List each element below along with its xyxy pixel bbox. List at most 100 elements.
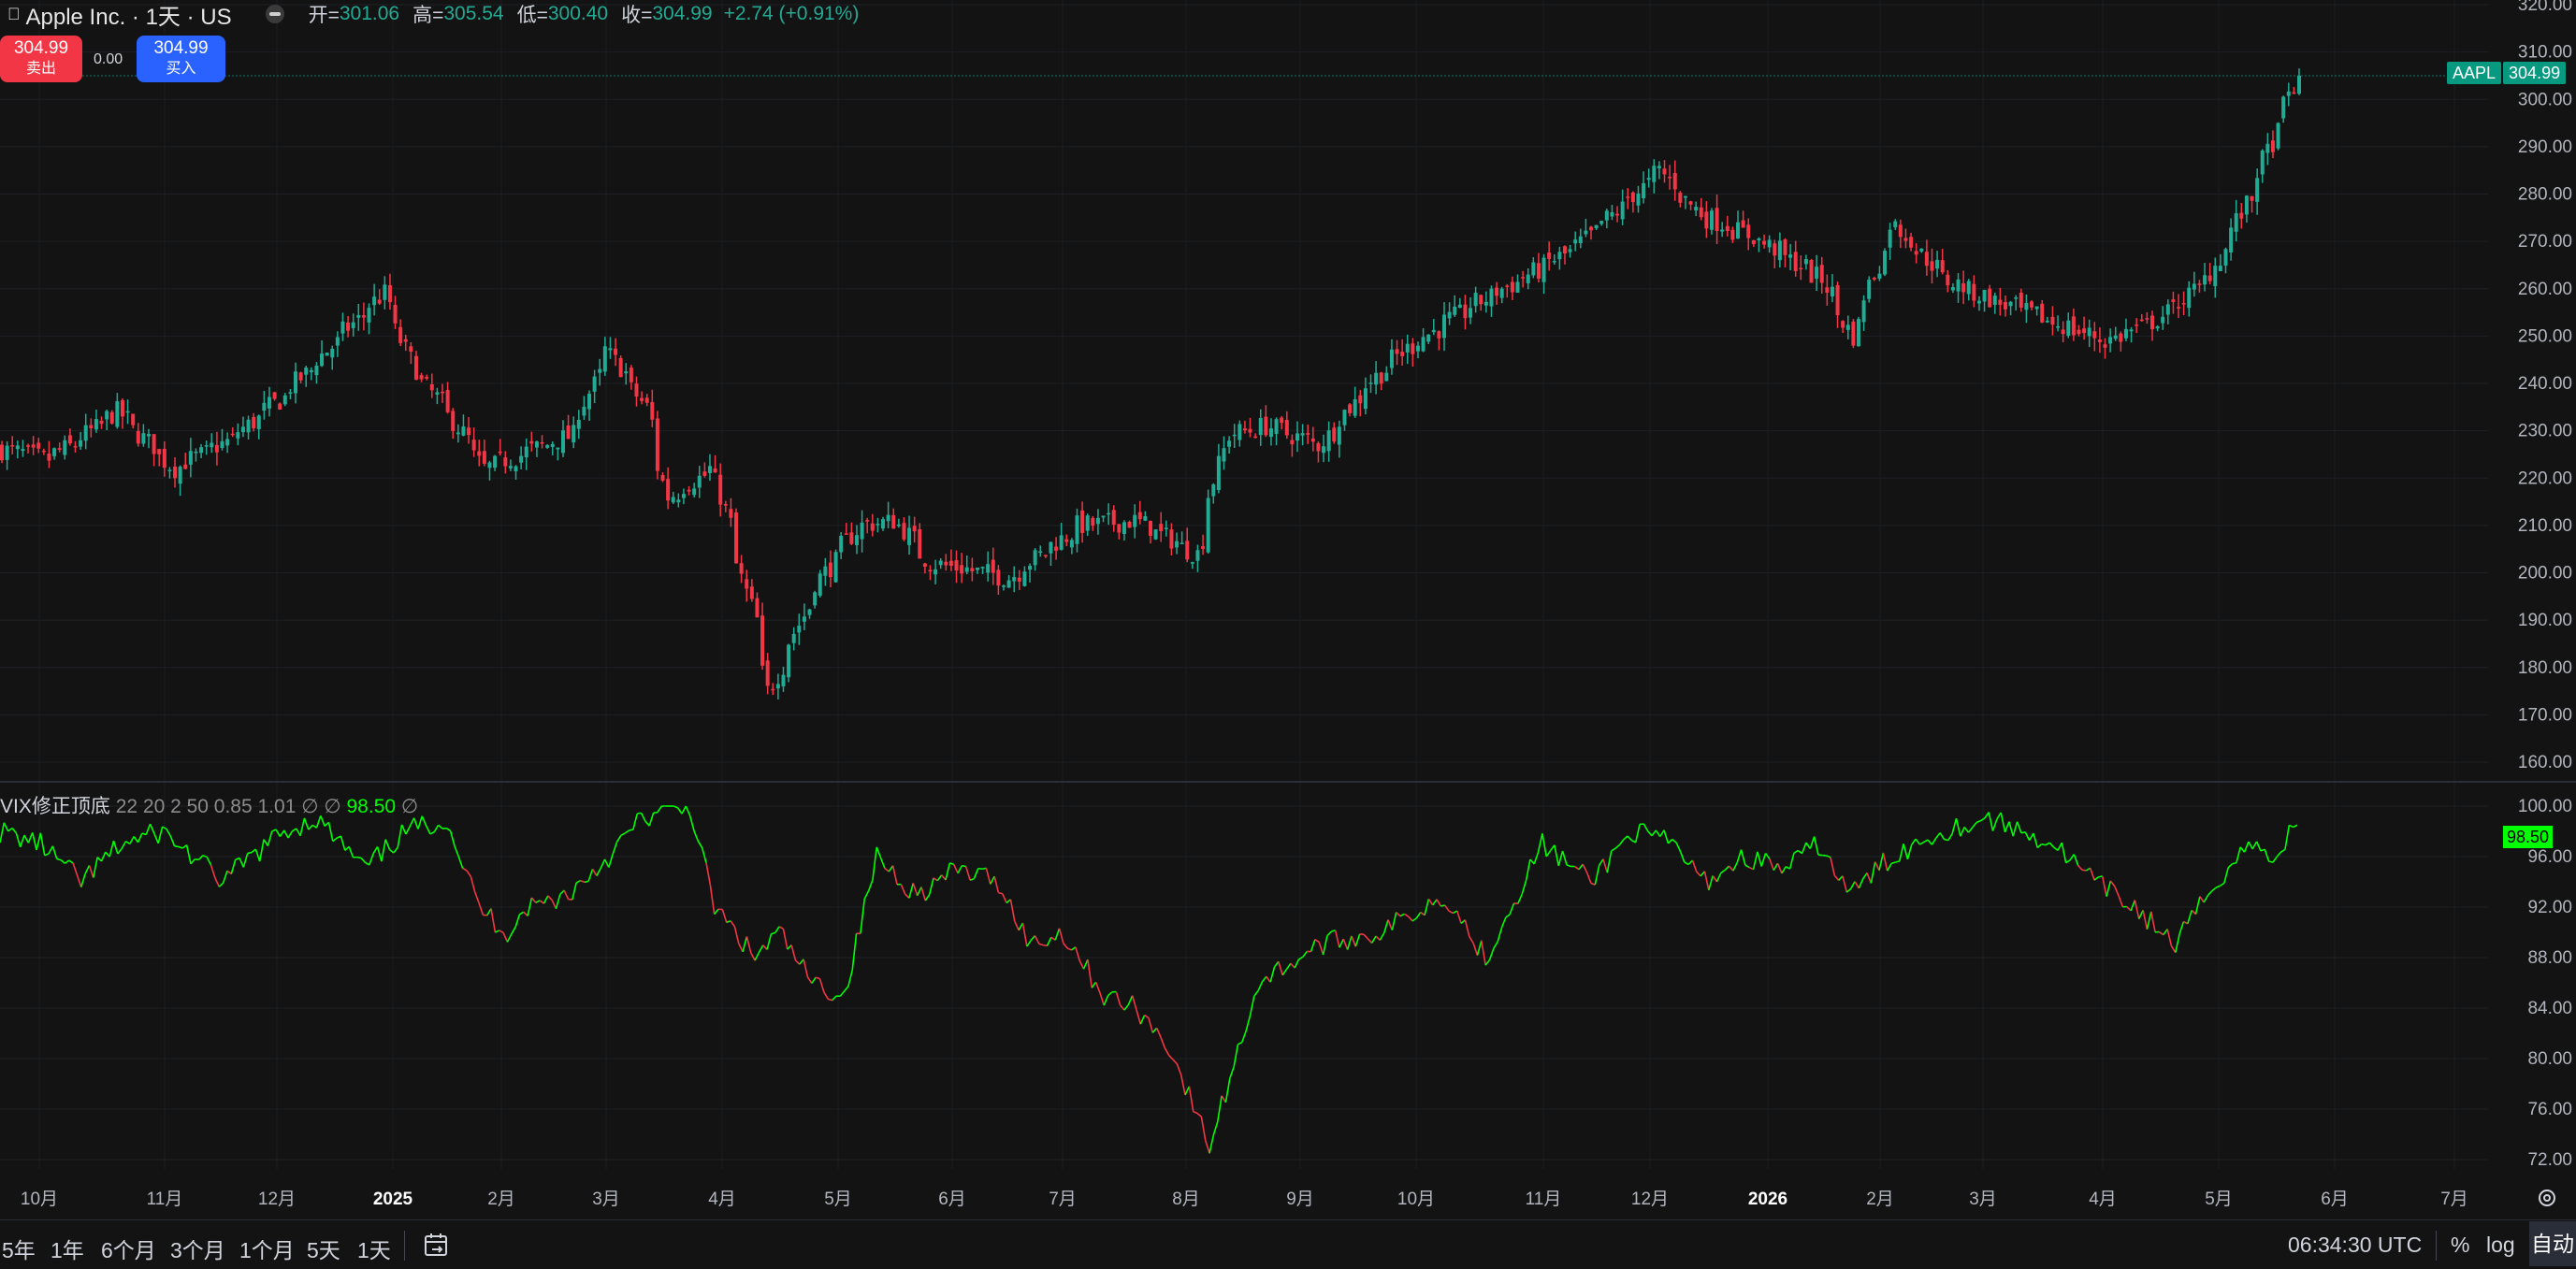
- indicator-segment: [1445, 905, 1449, 911]
- indicator-segment: [1607, 851, 1611, 872]
- timeframe-button[interactable]: 5天: [307, 1233, 340, 1264]
- candle-body: [10, 445, 14, 447]
- indicator-segment: [1716, 873, 1720, 882]
- candle-body: [1165, 527, 1168, 529]
- buy-button[interactable]: 304.99 买入: [137, 36, 225, 82]
- time-axis-label: 3月: [592, 1190, 620, 1209]
- indicator-segment: [239, 858, 243, 867]
- candle-body: [89, 425, 93, 428]
- timeframe-button[interactable]: 3个月: [170, 1233, 225, 1264]
- indicator-segment: [4, 823, 7, 831]
- candle-body: [1988, 289, 1991, 308]
- indicator-segment: [385, 840, 389, 850]
- candle-body: [1064, 540, 1068, 542]
- indicator-segment: [2119, 896, 2122, 907]
- candle-body: [483, 451, 486, 464]
- candle-body: [1044, 555, 1048, 556]
- indicator-segment: [1092, 982, 1095, 988]
- indicator-segment: [1863, 872, 1867, 878]
- indicator-segment: [248, 853, 252, 854]
- indicator-segment: [224, 871, 227, 883]
- utc-clock[interactable]: 06:34:30 UTC: [2288, 1233, 2422, 1258]
- candle-body: [1694, 207, 1698, 210]
- sell-button[interactable]: 304.99 卖出: [0, 36, 82, 82]
- indicator-name[interactable]: VIX修正顶底: [0, 796, 110, 817]
- candle-body: [105, 411, 109, 420]
- indicator-segment: [1912, 839, 1916, 844]
- candle-body: [68, 435, 72, 443]
- candle-body: [541, 442, 544, 444]
- indicator-segment: [958, 866, 962, 873]
- timeframe-button[interactable]: 1个月: [239, 1233, 295, 1264]
- indicator-segment: [1754, 852, 1758, 870]
- candle-body: [310, 370, 313, 372]
- candle-body: [1322, 446, 1325, 453]
- candle-body: [2171, 299, 2175, 302]
- indicator-segment: [463, 868, 467, 870]
- auto-scale-button[interactable]: 自动: [2529, 1221, 2576, 1266]
- time-axis-label: 4月: [2089, 1190, 2117, 1209]
- indicator-segment: [633, 814, 637, 829]
- indicator-segment: [73, 863, 77, 875]
- candle-body: [1704, 211, 1708, 228]
- candle-body: [718, 475, 722, 505]
- log-scale-button[interactable]: log: [2486, 1233, 2515, 1258]
- indicator-segment: [77, 875, 80, 887]
- candle-body: [2192, 283, 2196, 289]
- indicator-segment: [1194, 1112, 1197, 1114]
- indicator-segment: [812, 977, 816, 983]
- indicator-segment: [751, 953, 755, 960]
- indicator-axis-label: 88.00: [2527, 948, 2572, 968]
- candle-body: [2150, 316, 2154, 330]
- indicator-segment: [345, 846, 349, 850]
- candle-body: [74, 446, 78, 448]
- indicator-segment: [394, 847, 398, 853]
- indicator-segment: [1428, 899, 1432, 904]
- candle-body: [1610, 212, 1614, 216]
- chart-canvas[interactable]: 320.00310.00300.00290.00280.00270.00260.…: [0, 0, 2576, 1268]
- candle-body: [1573, 239, 1577, 243]
- indicator-segment: [775, 927, 779, 933]
- indicator-segment: [645, 821, 649, 826]
- indicator-segment: [1815, 836, 1818, 855]
- indicator-segment: [8, 829, 12, 831]
- indicator-na-3: ∅: [401, 796, 418, 817]
- time-axis-label: 7月: [1049, 1190, 1077, 1209]
- timeframe-button[interactable]: 1年: [51, 1233, 84, 1264]
- indicator-segment: [65, 860, 68, 863]
- timeframe-button[interactable]: 5年: [2, 1233, 36, 1264]
- candle-body: [2161, 317, 2164, 324]
- percent-scale-button[interactable]: %: [2451, 1233, 2469, 1258]
- indicator-segment: [1022, 923, 1026, 946]
- indicator-axis-label: 80.00: [2527, 1049, 2572, 1069]
- candle-body: [1615, 214, 1619, 216]
- chart-settings-button[interactable]: [2535, 1186, 2559, 1210]
- candle-body: [326, 353, 329, 355]
- indicator-segment: [1729, 866, 1733, 871]
- indicator-segment: [845, 987, 848, 991]
- indicator-segment: [1027, 941, 1031, 947]
- candle-body: [2040, 304, 2044, 323]
- indicator-segment: [1388, 920, 1392, 930]
- timeframe-button[interactable]: 6个月: [101, 1233, 156, 1264]
- candle-body: [179, 467, 182, 483]
- indicator-segment: [2273, 857, 2277, 862]
- indicator-segment: [1612, 848, 1615, 851]
- candle-body: [173, 467, 177, 478]
- indicator-segment: [694, 830, 698, 841]
- go-to-date-button[interactable]: [421, 1229, 453, 1261]
- indicator-segment: [16, 833, 20, 847]
- candle-body: [923, 564, 927, 567]
- indicator-segment: [2139, 910, 2143, 918]
- symbol-title[interactable]: Apple Inc. · 1天 · US: [26, 0, 232, 31]
- indicator-segment: [678, 808, 682, 814]
- candle-body: [535, 441, 539, 447]
- candle-body: [861, 523, 864, 540]
- indicator-segment: [2110, 881, 2114, 887]
- candle-body: [1993, 296, 1997, 305]
- collapse-legend-button[interactable]: [266, 5, 284, 23]
- price-axis-label: 160.00: [2518, 753, 2572, 772]
- candle-body: [593, 377, 597, 392]
- timeframe-button[interactable]: 1天: [357, 1233, 391, 1264]
- indicator-segment: [340, 836, 344, 850]
